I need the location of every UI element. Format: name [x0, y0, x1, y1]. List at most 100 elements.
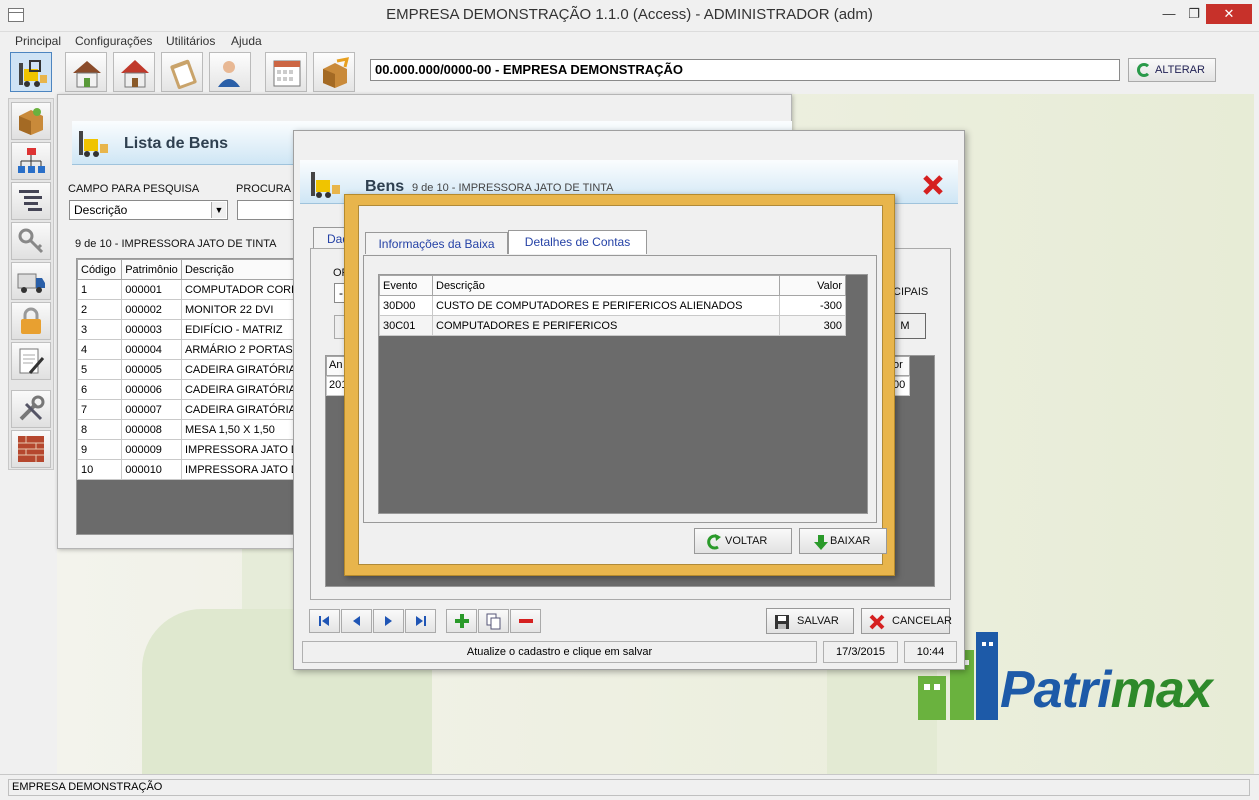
cell-descricao[interactable]: CADEIRA GIRATÓRIA: [180, 359, 297, 380]
company-toolbar-button[interactable]: [65, 52, 107, 92]
maximize-button[interactable]: ❐: [1183, 4, 1205, 24]
cell-patrimonio[interactable]: 000001: [121, 279, 182, 300]
cell-patrimonio[interactable]: 000009: [121, 439, 182, 460]
cell-evento[interactable]: 30D00: [379, 295, 433, 316]
sidebar-groups-button[interactable]: [11, 142, 51, 180]
table-row[interactable]: 7 000007 CADEIRA GIRATÓRIA: [77, 399, 297, 420]
cell-patrimonio[interactable]: 000005: [121, 359, 182, 380]
cell-patrimonio[interactable]: 000004: [121, 339, 182, 360]
cell-descricao[interactable]: IMPRESSORA JATO DE: [180, 459, 297, 480]
branch-toolbar-button[interactable]: [113, 52, 155, 92]
tab-informacoes-da-baixa[interactable]: Informações da Baixa: [365, 232, 508, 254]
cell-codigo[interactable]: 4: [77, 339, 123, 360]
voltar-button[interactable]: VOLTAR: [694, 528, 792, 554]
sidebar-exit-button[interactable]: [11, 430, 51, 468]
cell-patrimonio[interactable]: 000008: [121, 419, 182, 440]
cell-patrimonio[interactable]: 000003: [121, 319, 182, 340]
close-x-icon[interactable]: [922, 174, 944, 196]
search-input[interactable]: [237, 200, 297, 220]
cell-descricao[interactable]: CADEIRA GIRATÓRIA: [180, 379, 297, 400]
menu-ajuda[interactable]: Ajuda: [231, 34, 262, 48]
sidebar-report-button[interactable]: [11, 342, 51, 380]
column-header-valor[interactable]: Valor: [779, 275, 846, 296]
table-row[interactable]: 9 000009 IMPRESSORA JATO DE: [77, 439, 297, 460]
forklift-toolbar-button[interactable]: [10, 52, 52, 92]
padlock-icon: [21, 307, 41, 334]
table-row[interactable]: 30C01 COMPUTADORES E PERIFERICOS 300: [379, 315, 846, 336]
cell-evento[interactable]: 30C01: [379, 315, 433, 336]
alterar-button[interactable]: ALTERAR: [1128, 58, 1216, 82]
table-row[interactable]: 5 000005 CADEIRA GIRATÓRIA: [77, 359, 297, 380]
calendar-toolbar-button[interactable]: [265, 52, 307, 92]
first-record-button[interactable]: [309, 609, 340, 633]
cell-patrimonio[interactable]: 000007: [121, 399, 182, 420]
cell-codigo[interactable]: 3: [77, 319, 123, 340]
cell-codigo[interactable]: 10: [77, 459, 123, 480]
cell-patrimonio[interactable]: 000002: [121, 299, 182, 320]
calendar-icon: [273, 60, 301, 87]
user-toolbar-button[interactable]: [209, 52, 251, 92]
delete-record-button[interactable]: [510, 609, 541, 633]
copy-record-button[interactable]: [478, 609, 509, 633]
table-row[interactable]: 4 000004 ARMÁRIO 2 PORTAS: [77, 339, 297, 360]
cell-descricao[interactable]: CADEIRA GIRATÓRIA: [180, 399, 297, 420]
column-header-descricao[interactable]: Descrição: [432, 275, 780, 296]
baixar-button[interactable]: BAIXAR: [799, 528, 887, 554]
table-row[interactable]: 8 000008 MESA 1,50 X 1,50: [77, 419, 297, 440]
box-toolbar-button[interactable]: [313, 52, 355, 92]
cell-descricao[interactable]: EDIFÍCIO - MATRIZ: [180, 319, 297, 340]
last-record-button[interactable]: [405, 609, 436, 633]
cell-patrimonio[interactable]: 000010: [121, 459, 182, 480]
clipboard-toolbar-button[interactable]: [161, 52, 203, 92]
table-row[interactable]: 1000001COMPUTADOR CORE 15: [77, 279, 297, 300]
table-row[interactable]: 10 000010 IMPRESSORA JATO DE: [77, 459, 297, 480]
sidebar-bens-button[interactable]: [11, 102, 51, 140]
company-field[interactable]: 00.000.000/0000-00 - EMPRESA DEMONSTRAÇÃ…: [370, 59, 1120, 81]
close-window-button[interactable]: ✕: [1206, 4, 1252, 24]
cell-codigo[interactable]: 6: [77, 379, 123, 400]
table-row[interactable]: 6 000006 CADEIRA GIRATÓRIA: [77, 379, 297, 400]
cell-valor[interactable]: 300: [779, 315, 846, 336]
menu-configuracoes[interactable]: Configurações: [75, 34, 152, 48]
menu-principal[interactable]: Principal: [15, 34, 61, 48]
column-header-patrimonio[interactable]: Patrimônio: [121, 259, 182, 280]
cell-descricao[interactable]: COMPUTADORES E PERIFERICOS: [432, 315, 780, 336]
sidebar-keys-button[interactable]: [11, 222, 51, 260]
add-record-button[interactable]: [446, 609, 477, 633]
save-button[interactable]: SALVAR: [766, 608, 854, 634]
cell-descricao[interactable]: MESA 1,50 X 1,50: [180, 419, 297, 440]
previous-record-button[interactable]: [341, 609, 372, 633]
cell-valor[interactable]: -300: [779, 295, 846, 316]
cell-codigo[interactable]: 1: [77, 279, 123, 300]
column-header-codigo[interactable]: Código: [77, 259, 123, 280]
minimize-button[interactable]: —: [1158, 4, 1180, 24]
cell-descricao[interactable]: ARMÁRIO 2 PORTAS: [180, 339, 297, 360]
table-row[interactable]: 2 000002 MONITOR 22 DVI: [77, 299, 297, 320]
cell-descricao[interactable]: IMPRESSORA JATO DE: [180, 439, 297, 460]
cell-codigo[interactable]: 9: [77, 439, 123, 460]
chevron-down-icon[interactable]: ▼: [211, 202, 226, 218]
column-header-evento[interactable]: Evento: [379, 275, 433, 296]
cell-codigo[interactable]: 8: [77, 419, 123, 440]
cell-codigo[interactable]: 7: [77, 399, 123, 420]
sidebar-tools-button[interactable]: [11, 390, 51, 428]
sidebar-truck-button[interactable]: [11, 262, 51, 300]
menu-utilitarios[interactable]: Utilitários: [166, 34, 215, 48]
cell-codigo[interactable]: 5: [77, 359, 123, 380]
cancel-button[interactable]: CANCELAR: [861, 608, 952, 634]
table-row[interactable]: 30D00 CUSTO DE COMPUTADORES E PERIFERICOS…: [379, 295, 846, 316]
column-header-descricao[interactable]: Descrição: [180, 259, 297, 280]
package-icon: [323, 57, 350, 88]
cell-descricao[interactable]: COMPUTADOR CORE 15: [180, 279, 297, 300]
next-record-button[interactable]: [373, 609, 404, 633]
cell-codigo[interactable]: 2: [77, 299, 123, 320]
sidebar-tree-button[interactable]: [11, 182, 51, 220]
table-row[interactable]: 3 000003 EDIFÍCIO - MATRIZ: [77, 319, 297, 340]
cell-patrimonio[interactable]: 000006: [121, 379, 182, 400]
cell-descricao[interactable]: CUSTO DE COMPUTADORES E PERIFERICOS ALIE…: [432, 295, 780, 316]
status-company-name: EMPRESA DEMONSTRAÇÃO: [8, 779, 1250, 796]
search-field-select[interactable]: Descrição ▼: [69, 200, 228, 220]
cell-descricao[interactable]: MONITOR 22 DVI: [180, 299, 297, 320]
sidebar-lock-button[interactable]: [11, 302, 51, 340]
tab-detalhes-de-contas[interactable]: Detalhes de Contas: [508, 230, 647, 254]
